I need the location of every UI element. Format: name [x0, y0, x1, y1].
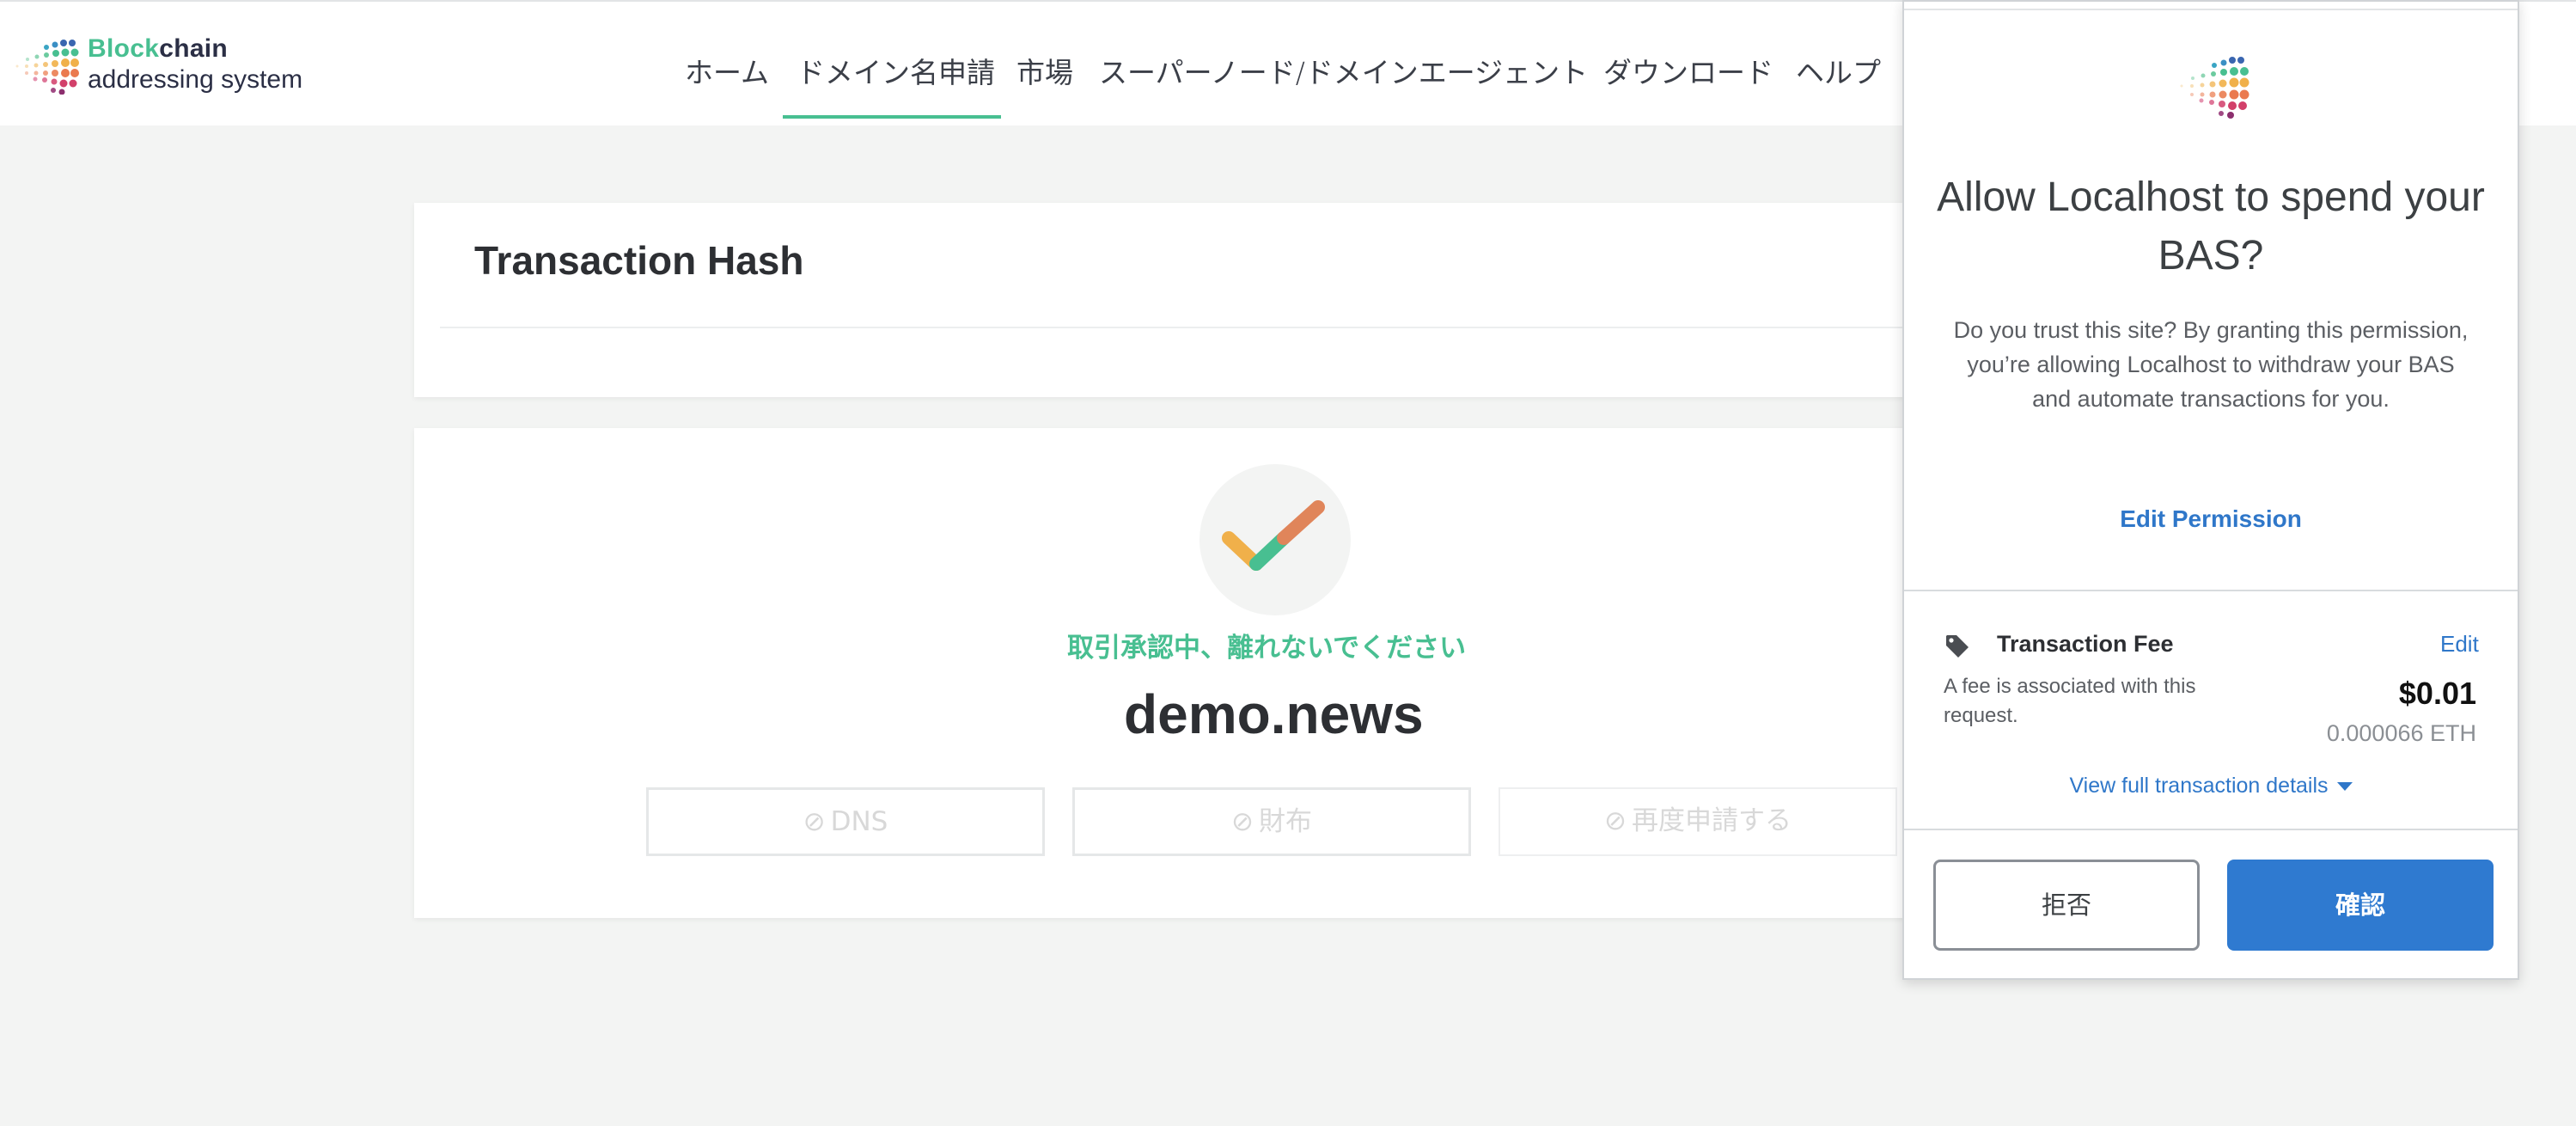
view-details-label: View full transaction details — [2069, 774, 2329, 798]
logo-subtitle: addressing system — [88, 65, 303, 94]
logo-title-part1: Block — [88, 34, 160, 63]
bas-logo-icon — [2180, 57, 2249, 119]
popup-title: Allow Localhost to spend your BAS? — [1937, 174, 2485, 278]
wallet-permission-popup: Allow Localhost to spend your BAS? Do yo… — [1902, 0, 2519, 980]
ban-icon: ⊘ — [1604, 805, 1627, 836]
dotted-fan-logo-icon — [15, 40, 79, 95]
transaction-hash-card: Transaction Hash — [414, 203, 1952, 397]
nav-item-market[interactable]: 市場 — [1016, 50, 1073, 91]
domain-name: demo.news — [1124, 683, 1424, 745]
site-logo[interactable]: Blockchain addressing system — [12, 34, 321, 103]
fee-edit-link[interactable]: Edit — [2440, 631, 2479, 658]
edit-permission-link[interactable]: Edit Permission — [1904, 505, 2518, 533]
wallet-button[interactable]: ⊘ 財布 — [1072, 787, 1471, 856]
logo-title-part2: chain — [159, 34, 229, 63]
app-root: Blockchain addressing system ホーム ドメイン名申請… — [0, 0, 2576, 1126]
view-transaction-details-link[interactable]: View full transaction details — [1904, 774, 2518, 799]
nav-item-download[interactable]: ダウンロード — [1603, 50, 1773, 91]
ban-icon: ⊘ — [1231, 806, 1254, 837]
nav-item-domain-application[interactable]: ドメイン名申請 — [797, 50, 995, 91]
confirm-button[interactable]: 確認 — [2227, 860, 2494, 951]
transaction-fee-label: Transaction Fee — [1997, 631, 2174, 657]
card-divider — [440, 327, 1952, 328]
dns-button[interactable]: ⊘ DNS — [646, 787, 1045, 856]
fee-eth-amount: 0.000066 ETH — [2326, 720, 2476, 746]
reapply-button[interactable]: ⊘ 再度申請する — [1499, 787, 1897, 856]
tag-icon — [1946, 635, 1969, 658]
logo-title: Blockchain — [88, 34, 228, 64]
fee-usd-amount: $0.01 — [2398, 676, 2476, 711]
popup-divider — [1904, 590, 2518, 591]
nav-item-supernode-agent[interactable]: スーパーノード/ドメインエージェント — [1099, 50, 1588, 91]
checkmark-icon — [1222, 500, 1325, 571]
nav-item-help[interactable]: ヘルプ — [1796, 50, 1881, 91]
caret-down-icon — [2336, 782, 2353, 792]
popup-description: Do you trust this site? By granting this… — [1953, 317, 2469, 412]
dns-button-label: DNS — [830, 806, 888, 837]
nav-item-home[interactable]: ホーム — [685, 50, 769, 91]
wallet-button-label: 財布 — [1258, 806, 1312, 837]
popup-top-divider — [1904, 9, 2518, 10]
status-check-circle — [1199, 464, 1351, 615]
ban-icon: ⊘ — [803, 806, 826, 837]
reapply-button-label: 再度申請する — [1631, 805, 1792, 836]
pending-status-message: 取引承認中、離れないでください — [1067, 633, 1467, 664]
nav-active-indicator — [783, 115, 1001, 119]
transaction-status-card: 取引承認中、離れないでください demo.news ⊘ DNS ⊘ 財布 ⊘ 再度申請… — [414, 428, 1952, 918]
transaction-hash-title: Transaction Hash — [474, 238, 804, 283]
popup-divider — [1904, 829, 2518, 830]
fee-description: A fee is associated with this request. — [1944, 675, 2196, 727]
reject-button[interactable]: 拒否 — [1933, 860, 2200, 951]
